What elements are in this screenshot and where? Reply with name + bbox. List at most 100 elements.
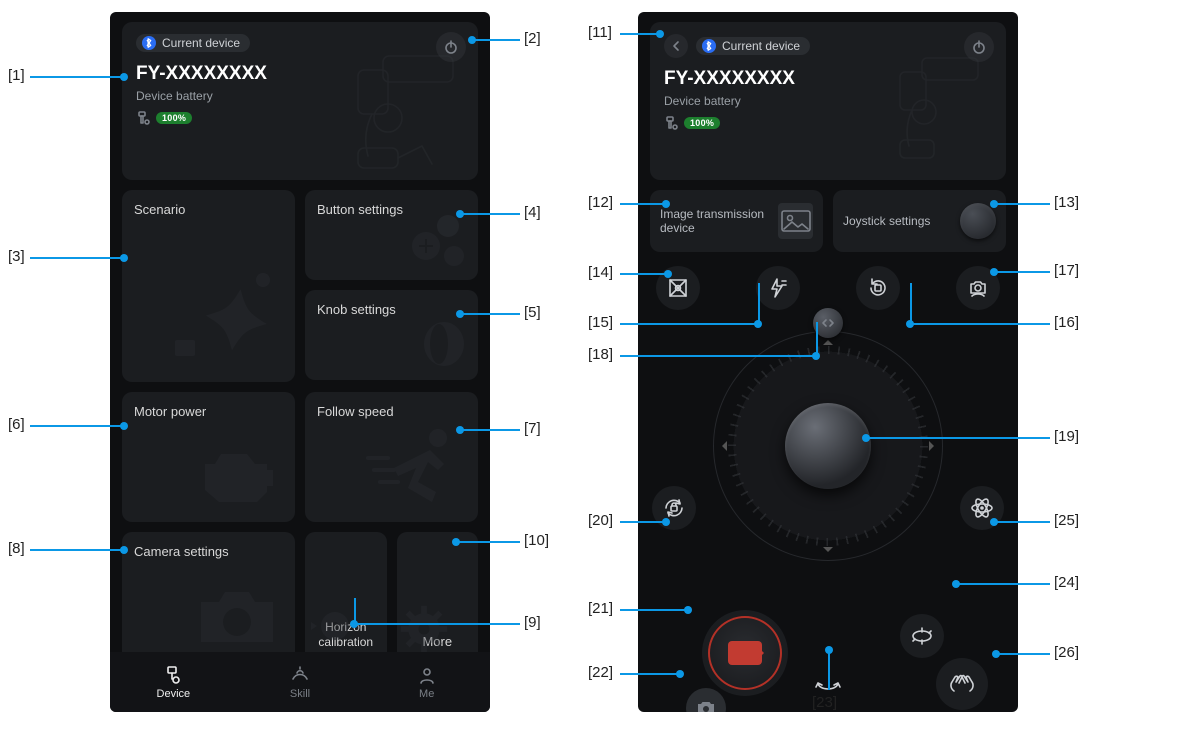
callout-1: [1] — [8, 67, 25, 84]
gesture-button[interactable] — [936, 658, 988, 710]
callout-22: [22] — [588, 664, 613, 681]
star-icon — [167, 254, 287, 374]
tile-motor-power[interactable]: Motor power — [122, 392, 295, 522]
callout-6: [6] — [8, 416, 25, 433]
tile-horizon-calibration[interactable]: Horizon calibration — [305, 532, 387, 662]
camera-icon — [187, 574, 287, 654]
callout-20: [20] — [588, 512, 613, 529]
battery-value-2: 100% — [684, 117, 720, 129]
phone-control-screen: Current device FY-XXXXXXXX Device batter… — [638, 12, 1018, 712]
arrow-down-icon — [823, 547, 833, 557]
quick-actions — [656, 266, 1000, 310]
tile-joystick-settings[interactable]: Joystick settings — [833, 190, 1006, 252]
bluetooth-icon — [702, 39, 716, 53]
callout-12: [12] — [588, 194, 613, 211]
callout-7: [7] — [524, 420, 541, 437]
mode-lock-button[interactable] — [652, 486, 696, 530]
quick-flash[interactable] — [756, 266, 800, 310]
tile-image-transmission[interactable]: Image transmission device — [650, 190, 823, 252]
knob-icon — [406, 312, 470, 372]
nav-device[interactable]: Device — [110, 652, 237, 712]
callout-5: [5] — [524, 304, 541, 321]
image-placeholder-icon — [778, 203, 813, 239]
record-button[interactable] — [708, 616, 782, 690]
tile-knob-settings[interactable]: Knob settings — [305, 290, 478, 380]
recenter-icon — [666, 276, 690, 300]
bluetooth-icon — [142, 36, 156, 50]
nav-skill[interactable]: Skill — [237, 652, 364, 712]
spin-button[interactable] — [900, 614, 944, 658]
nav-me-icon — [416, 665, 438, 685]
tile-motor-power-label: Motor power — [134, 404, 283, 420]
tiles-grid: Scenario Button settings Knob settings — [122, 190, 478, 662]
callout-21: [21] — [588, 600, 613, 617]
callout-24: [24] — [1054, 574, 1079, 591]
callout-26: [26] — [1054, 644, 1079, 661]
mini-tiles: Image transmission device Joystick setti… — [650, 190, 1006, 252]
callout-17: [17] — [1054, 262, 1079, 279]
buttons-icon — [400, 212, 470, 272]
callout-10: [10] — [524, 532, 549, 549]
nav-skill-icon — [289, 665, 311, 685]
virtual-joystick-knob[interactable] — [785, 403, 871, 489]
battery-value: 100% — [156, 112, 192, 124]
current-device-pill-2[interactable]: Current device — [696, 37, 810, 55]
arrow-left-icon — [717, 441, 727, 451]
callout-4: [4] — [524, 204, 541, 221]
action-area — [650, 576, 1006, 712]
nav-me-label: Me — [419, 688, 434, 700]
record-icon — [728, 641, 762, 665]
bottom-nav: Device Skill Me — [110, 652, 490, 712]
callout-19: [19] — [1054, 428, 1079, 445]
camera-swap-icon — [966, 276, 990, 300]
atom-icon — [969, 495, 995, 521]
rotate-lock-icon — [866, 276, 890, 300]
device-header-card-2: Current device FY-XXXXXXXX Device batter… — [650, 22, 1006, 180]
callout-23: [23] — [812, 694, 837, 711]
photo-icon — [696, 699, 716, 712]
current-device-label-2: Current device — [722, 39, 800, 53]
tile-button-settings[interactable]: Button settings — [305, 190, 478, 280]
tile-more[interactable]: More — [397, 532, 479, 662]
arrow-right-icon — [929, 441, 939, 451]
phone-device-screen: Current device FY-XXXXXXXX Device batter… — [110, 12, 490, 712]
callout-9: [9] — [524, 614, 541, 631]
photo-button[interactable] — [686, 688, 726, 712]
back-button[interactable] — [664, 34, 688, 58]
gimbal-illustration — [288, 48, 468, 178]
tile-scenario-label: Scenario — [134, 202, 283, 218]
runner-icon — [360, 424, 470, 514]
gear-icon — [397, 604, 451, 654]
gimbal-illustration-2 — [836, 48, 996, 168]
calibration-icon — [305, 604, 365, 654]
callout-18: [18] — [588, 346, 613, 363]
callout-11: [11] — [588, 24, 612, 41]
callout-25: [25] — [1054, 512, 1079, 529]
joystick-dial[interactable] — [713, 331, 943, 561]
device-mini-icon — [136, 111, 150, 125]
joystick-knob-icon — [960, 203, 996, 239]
nav-device-label: Device — [157, 688, 191, 700]
tile-camera-settings-label: Camera settings — [134, 544, 283, 560]
current-device-label: Current device — [162, 36, 240, 50]
spin-icon — [909, 623, 935, 649]
callout-14: [14] — [588, 264, 613, 281]
joystick-settings-label: Joystick settings — [843, 214, 930, 228]
current-device-pill[interactable]: Current device — [136, 34, 250, 52]
tile-follow-speed-label: Follow speed — [317, 404, 466, 420]
quick-rotate-lock[interactable] — [856, 266, 900, 310]
nav-skill-label: Skill — [290, 688, 310, 700]
tile-follow-speed[interactable]: Follow speed — [305, 392, 478, 522]
callout-2: [2] — [524, 30, 541, 47]
device-header-card: Current device FY-XXXXXXXX Device batter… — [122, 22, 478, 180]
callout-15: [15] — [588, 314, 613, 331]
image-tx-label: Image transmission device — [660, 207, 768, 236]
flash-icon — [766, 276, 790, 300]
nav-me[interactable]: Me — [363, 652, 490, 712]
callout-8: [8] — [8, 540, 25, 557]
callout-13: [13] — [1054, 194, 1079, 211]
device-mini-icon — [664, 116, 678, 130]
tile-camera-settings[interactable]: Camera settings — [122, 532, 295, 662]
callout-16: [16] — [1054, 314, 1079, 331]
tile-scenario[interactable]: Scenario — [122, 190, 295, 382]
